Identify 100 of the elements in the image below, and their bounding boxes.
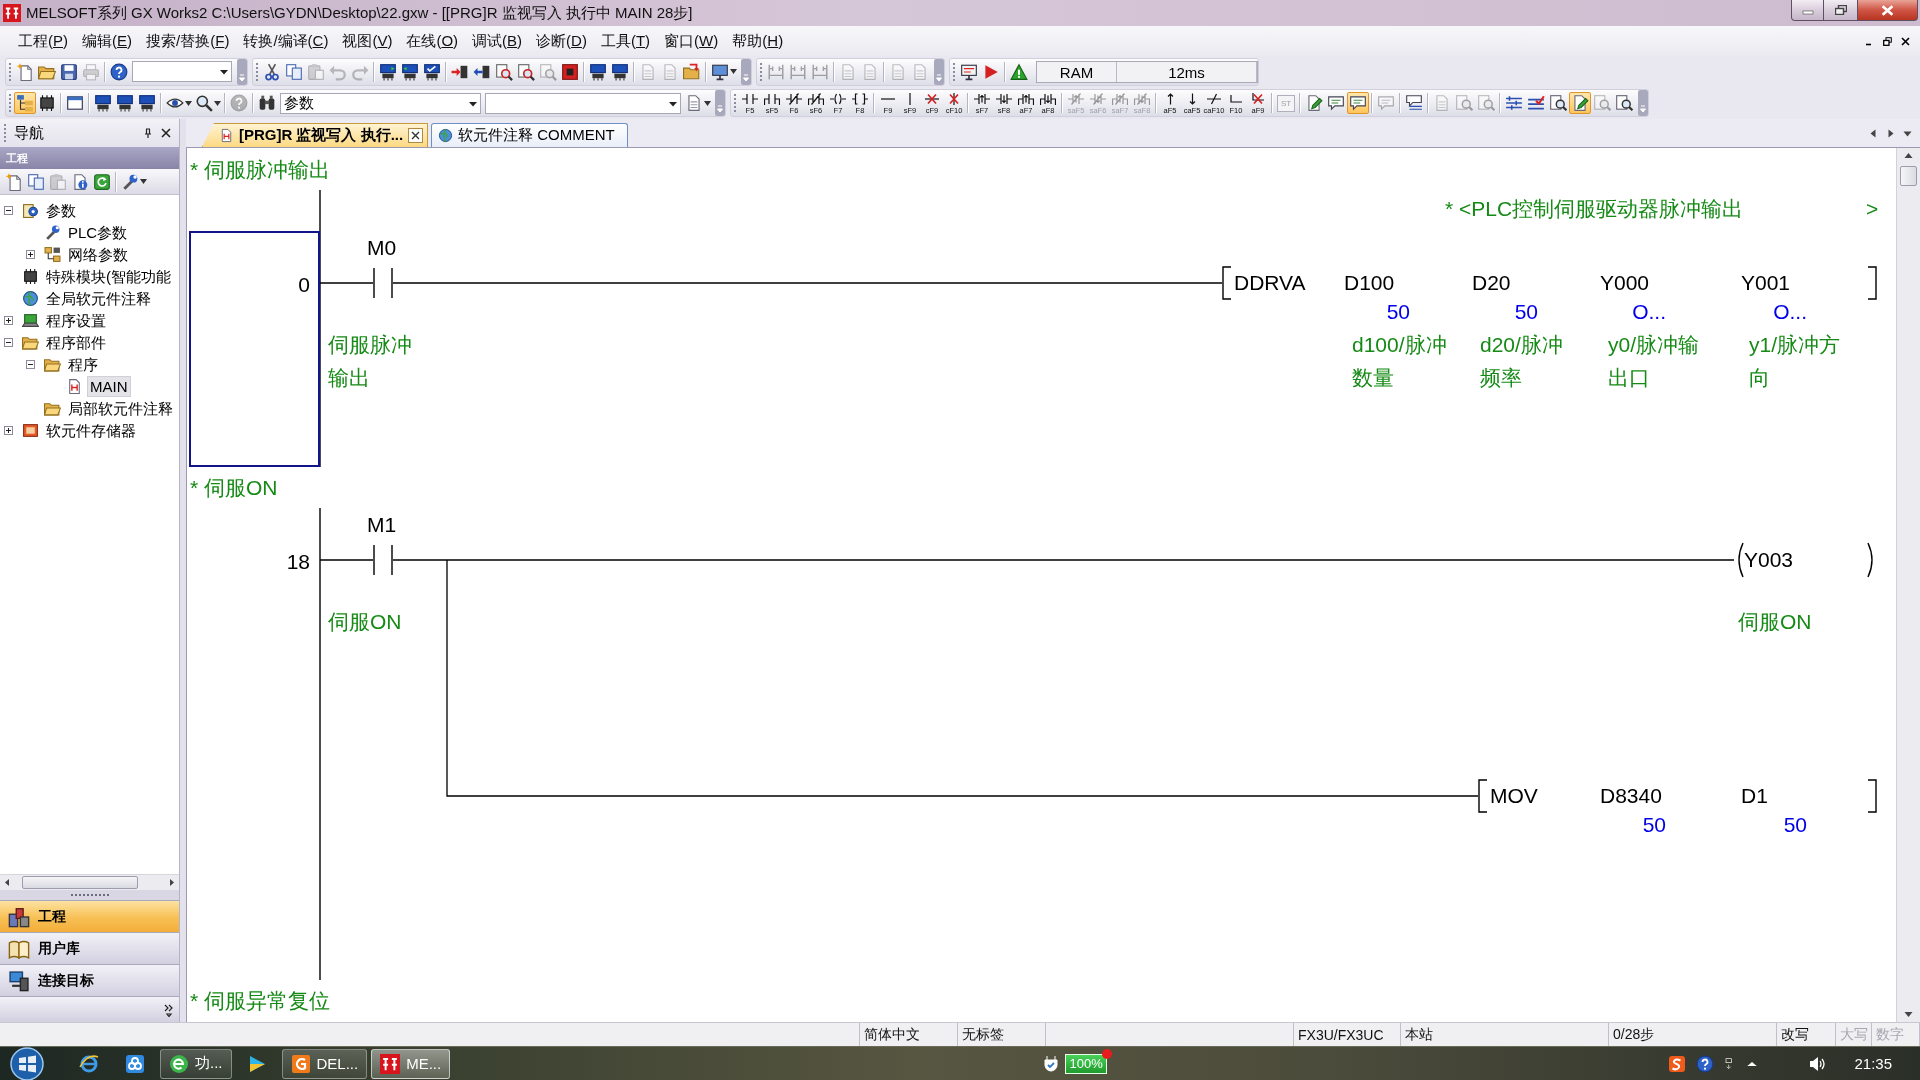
menu-item[interactable]: 工程(P) [11, 31, 75, 51]
speech-bubble-icon[interactable] [1327, 94, 1345, 112]
folder-arrow-icon[interactable] [683, 62, 701, 81]
caret-icon[interactable] [704, 100, 711, 106]
magnifier-icon[interactable] [517, 62, 535, 81]
tree-item[interactable]: 程序设置 [43, 309, 109, 331]
chip-icon[interactable] [589, 62, 607, 81]
close-icon[interactable] [408, 128, 424, 143]
caret-icon[interactable] [185, 100, 192, 106]
navigation-pane-button[interactable]: 用户库 [0, 932, 179, 964]
caret-icon[interactable] [214, 100, 221, 106]
tree-item[interactable]: PLC参数 [65, 221, 131, 243]
tab[interactable]: [PRG]R 监视写入 执行... [202, 123, 428, 147]
menu-item[interactable]: 工具(T) [593, 31, 658, 51]
binoculars-icon[interactable] [258, 94, 276, 112]
speech-bubble-icon[interactable] [1405, 94, 1423, 112]
scrollbar-thumb[interactable] [22, 876, 138, 889]
tree-item[interactable]: 全局软元件注释 [43, 287, 154, 309]
tab[interactable]: 软元件注释 COMMENT [431, 123, 628, 147]
chip-icon[interactable] [94, 94, 112, 112]
menu-item[interactable]: 视图(V) [335, 31, 400, 51]
right-arrow-icon[interactable] [1886, 128, 1895, 138]
navigation-pane-button[interactable]: 连接目标 [0, 964, 179, 996]
taskbar-button[interactable]: DEL... [281, 1048, 368, 1079]
chevron-icon[interactable] [164, 1002, 174, 1017]
info-document-icon[interactable] [71, 172, 89, 191]
chip-arrow-icon[interactable] [379, 62, 397, 81]
minimize-button[interactable] [1791, 0, 1824, 21]
lines-icon[interactable] [1505, 94, 1523, 112]
grip-icon[interactable] [69, 893, 110, 897]
caret-icon[interactable] [140, 179, 147, 184]
chip-icon[interactable] [38, 94, 56, 112]
help-icon[interactable] [1696, 1054, 1715, 1073]
taskbar-button[interactable]: 功... [160, 1048, 232, 1079]
speech-bubble-icon[interactable] [1347, 92, 1369, 114]
tree-item[interactable]: 参数 [43, 199, 79, 221]
close-button[interactable] [1858, 0, 1918, 21]
stop-icon[interactable] [561, 62, 579, 81]
pencil-icon[interactable] [1569, 92, 1591, 114]
magnifier-icon[interactable] [1615, 94, 1633, 112]
chip-arrow-icon[interactable] [401, 62, 419, 81]
tree-item[interactable]: 局部软元件注释 [65, 397, 176, 419]
copy-icon[interactable] [285, 62, 303, 81]
restore-button[interactable] [1824, 0, 1858, 21]
restore-icon[interactable] [1883, 36, 1892, 46]
left-arrow-icon[interactable] [3, 878, 12, 887]
menu-item[interactable]: 调试(B) [465, 31, 530, 51]
minus-box-icon[interactable] [4, 337, 13, 347]
combo-box[interactable]: 参数 [280, 92, 481, 114]
tree-item[interactable]: 程序 [65, 353, 101, 375]
copy-icon[interactable] [27, 172, 45, 191]
lines-check-icon[interactable] [1527, 94, 1545, 112]
scrollbar-thumb[interactable] [1900, 166, 1917, 186]
play-icon[interactable] [982, 62, 1000, 81]
tree-icon[interactable] [14, 92, 36, 114]
close-icon[interactable] [161, 128, 171, 138]
tree-item[interactable]: 软元件存储器 [43, 419, 139, 441]
minus-box-icon[interactable] [4, 205, 13, 215]
caret-icon[interactable] [730, 69, 737, 74]
plus-box-icon[interactable] [4, 315, 13, 325]
menu-item[interactable]: 窗口(W) [657, 31, 726, 51]
menu-item[interactable]: 帮助(H) [725, 31, 791, 51]
pencil-icon[interactable] [1305, 94, 1323, 112]
magnifier-icon[interactable] [1549, 94, 1567, 112]
tree-item[interactable]: 特殊模块(智能功能 [43, 265, 174, 287]
left-arrow-icon[interactable] [1869, 128, 1878, 138]
menu-item[interactable]: 编辑(E) [75, 31, 140, 51]
input-method-icon[interactable] [1668, 1054, 1687, 1073]
chip-icon[interactable] [138, 94, 156, 112]
document-icon[interactable] [685, 94, 703, 112]
plus-box-icon[interactable] [4, 425, 13, 435]
chip-icon[interactable] [116, 94, 134, 112]
magnifier-icon[interactable] [195, 94, 213, 112]
magnifier-icon[interactable] [495, 62, 513, 81]
plug-icon[interactable] [1042, 1054, 1061, 1073]
tree-item[interactable]: 网络参数 [65, 243, 131, 265]
wrench-icon[interactable] [121, 172, 139, 191]
scissors-icon[interactable] [263, 62, 281, 81]
refresh-icon[interactable] [93, 172, 111, 191]
chip-check-icon[interactable] [423, 62, 441, 81]
monitor-icon[interactable] [711, 62, 729, 81]
menu-item[interactable]: 诊断(D) [529, 31, 594, 51]
pin-icon[interactable] [143, 128, 153, 138]
menu-item[interactable]: 转换/编译(C) [236, 31, 336, 51]
menu-item[interactable]: 在线(O) [399, 31, 466, 51]
tree-item[interactable]: MAIN [87, 375, 131, 397]
window-icon[interactable] [66, 94, 84, 112]
down-arrow-icon[interactable] [1904, 1010, 1913, 1019]
tree-item[interactable]: 程序部件 [43, 331, 109, 353]
warning-icon[interactable] [1010, 62, 1028, 81]
new-document-icon[interactable] [5, 172, 23, 191]
navigation-pane-button[interactable]: 工程 [0, 900, 179, 932]
new-document-icon[interactable] [16, 62, 34, 81]
start-orb-icon[interactable] [10, 1046, 44, 1080]
minus-box-icon[interactable] [26, 359, 35, 369]
right-arrow-icon[interactable] [167, 878, 176, 887]
help-icon[interactable] [110, 62, 128, 81]
menu-item[interactable]: 搜索/替换(F) [139, 31, 237, 51]
taskbar-button[interactable]: ME... [371, 1048, 451, 1079]
close-icon[interactable] [1901, 36, 1910, 46]
